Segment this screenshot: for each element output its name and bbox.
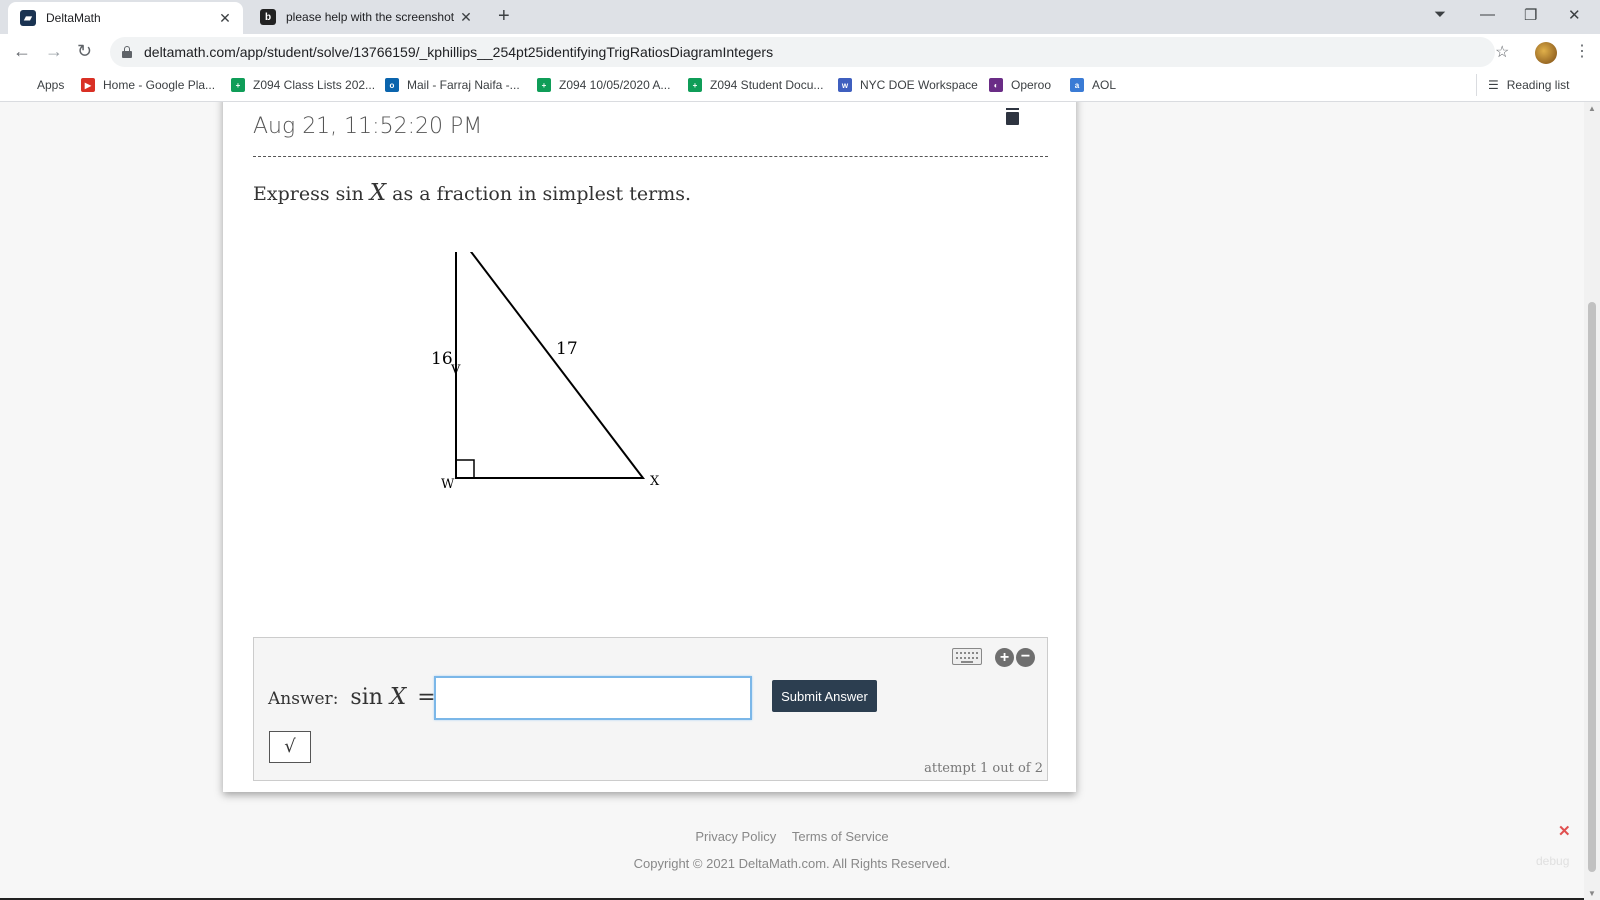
debug-label[interactable]: debug [1536, 854, 1569, 868]
trash-icon[interactable] [1006, 108, 1019, 125]
keyboard-icon[interactable] [952, 648, 982, 665]
sheets-icon: + [537, 78, 551, 92]
bookmarks-bar: Apps ▶ Home - Google Pla... + Z094 Class… [0, 70, 1600, 102]
window-close-icon[interactable]: ✕ [1568, 6, 1581, 24]
answer-expression: sin X = [350, 684, 435, 710]
back-icon[interactable]: ← [13, 41, 31, 62]
privacy-policy-link[interactable]: Privacy Policy [695, 829, 776, 844]
bookmark-label: NYC DOE Workspace [860, 78, 978, 92]
tab-strip: ▰ DeltaMath ✕ b please help with the scr… [0, 0, 1600, 34]
browser-toolbar: ← → ↻ deltamath.com/app/student/solve/13… [0, 34, 1600, 70]
bookmark-label: Mail - Farraj Naifa -... [407, 78, 520, 92]
minimize-icon[interactable]: — [1480, 6, 1495, 23]
lock-icon [122, 46, 132, 58]
scroll-up-icon[interactable]: ▲ [1588, 104, 1596, 113]
bookmark-aol[interactable]: a AOL [1070, 78, 1116, 92]
problem-prompt: Express sin X as a fraction in simplest … [253, 180, 691, 206]
apps-grid-icon [15, 78, 29, 92]
tab-title: DeltaMath [46, 11, 101, 25]
prompt-text-end: as a fraction in simplest terms. [386, 183, 692, 205]
scrollbar-thumb[interactable] [1588, 302, 1596, 872]
sqrt-button[interactable]: √ [269, 731, 311, 763]
problem-timestamp: Aug 21, 11:52:20 PM [253, 114, 483, 139]
restore-icon[interactable]: ❐ [1524, 6, 1537, 24]
copyright-text: Copyright © 2021 DeltaMath.com. All Righ… [633, 856, 951, 871]
bookmark-z094-1005[interactable]: + Z094 10/05/2020 A... [537, 78, 670, 92]
scroll-down-icon[interactable]: ▼ [1588, 889, 1596, 898]
close-icon[interactable]: ✕ [215, 10, 235, 27]
tab-deltamath[interactable]: ▰ DeltaMath ✕ [8, 2, 243, 34]
address-bar[interactable]: deltamath.com/app/student/solve/13766159… [110, 37, 1495, 67]
google-play-icon: ▶ [81, 78, 95, 92]
sheets-icon: + [231, 78, 245, 92]
bookmark-mail[interactable]: o Mail - Farraj Naifa -... [385, 78, 520, 92]
answer-label: Answer: sin X = [268, 684, 436, 710]
bookmark-student-docs[interactable]: + Z094 Student Docu... [688, 78, 823, 92]
sheets-icon: + [688, 78, 702, 92]
answer-equals: = [417, 685, 436, 710]
triangle-shape [455, 252, 646, 479]
vertex-label-x: X [650, 474, 660, 489]
footer-links: Privacy Policy Terms of Service [0, 829, 1584, 844]
reading-list-icon: ☰ [1488, 78, 1499, 92]
page-content: Aug 21, 11:52:20 PM Express sin X as a f… [0, 102, 1584, 900]
bookmark-label: Operoo [1011, 78, 1052, 92]
bookmark-label: Home - Google Pla... [103, 78, 216, 92]
outlook-icon: o [385, 78, 399, 92]
bookmark-label: Z094 Student Docu... [710, 78, 824, 92]
bookmark-star-icon[interactable]: ☆ [1495, 42, 1509, 62]
bookmark-google-play[interactable]: ▶ Home - Google Pla... [81, 78, 215, 92]
attempt-counter: attempt 1 out of 2 [924, 761, 1043, 776]
bookmark-label: Z094 10/05/2020 A... [559, 78, 671, 92]
prompt-text: Express sin [253, 183, 370, 205]
answer-input[interactable] [434, 676, 752, 720]
menu-icon[interactable]: ⋮ [1574, 41, 1590, 61]
tab-title: please help with the screenshot [286, 10, 455, 24]
bookmark-apps[interactable]: Apps [15, 78, 64, 92]
answer-fn: sin [350, 685, 383, 710]
bookmark-label: AOL [1092, 78, 1117, 92]
right-angle-marker [455, 459, 475, 479]
bookmark-nyc-doe[interactable]: w NYC DOE Workspace [838, 78, 978, 92]
vertex-label-w: W [441, 477, 455, 492]
nyc-doe-icon: w [838, 78, 852, 92]
divider [253, 156, 1048, 157]
reload-icon[interactable]: ↻ [77, 41, 92, 62]
page-scrollbar[interactable]: ▲ ▼ [1584, 102, 1600, 900]
submit-answer-button[interactable]: Submit Answer [772, 680, 877, 712]
triangle-diagram: V W X 16 17 [431, 252, 660, 492]
answer-var: X [389, 684, 407, 710]
side-label-vx: 17 [556, 339, 578, 359]
debug-close-icon[interactable]: ✕ [1558, 822, 1571, 840]
deltamath-icon: ▰ [20, 10, 36, 26]
problem-card: Aug 21, 11:52:20 PM Express sin X as a f… [223, 102, 1076, 792]
zoom-out-icon[interactable]: − [1016, 648, 1035, 667]
aol-icon: a [1070, 78, 1084, 92]
brainly-icon: b [260, 9, 276, 25]
profile-avatar[interactable] [1535, 42, 1557, 64]
zoom-in-icon[interactable]: + [995, 648, 1014, 667]
close-icon[interactable]: ✕ [456, 9, 476, 26]
tab-search-icon[interactable]: ⏷ [1434, 6, 1446, 23]
side-label-vw: 16 [431, 349, 453, 369]
bookmark-class-lists[interactable]: + Z094 Class Lists 202... [231, 78, 375, 92]
terms-of-service-link[interactable]: Terms of Service [792, 829, 889, 844]
answer-label-text: Answer: [268, 689, 339, 709]
reading-list-button[interactable]: ☰ Reading list [1476, 74, 1570, 96]
tab-brainly[interactable]: b please help with the screenshot ✕ [252, 0, 484, 34]
answer-panel: + − Answer: sin X = Submit Answer √ atte… [253, 637, 1048, 781]
operoo-icon: ◐ [989, 78, 1003, 92]
prompt-variable: X [369, 180, 387, 206]
reading-list-label: Reading list [1506, 78, 1570, 92]
bookmark-label: Apps [37, 78, 65, 92]
new-tab-icon[interactable]: + [498, 6, 510, 26]
url-text: deltamath.com/app/student/solve/13766159… [144, 44, 774, 60]
bookmark-label: Z094 Class Lists 202... [253, 78, 376, 92]
forward-icon[interactable]: → [45, 41, 63, 62]
bookmark-operoo[interactable]: ◐ Operoo [989, 78, 1051, 92]
